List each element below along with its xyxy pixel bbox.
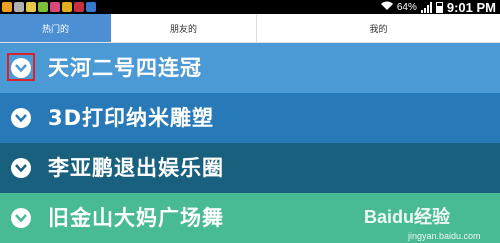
list-item[interactable]: 旧金山大妈广场舞 Baidu经验 jingyan.baidu.com	[0, 193, 500, 243]
signal-icon	[420, 1, 432, 13]
list-item[interactable]: 天河二号四连冠	[0, 43, 500, 93]
news-title: 3D打印纳米雕塑	[48, 106, 215, 130]
battery-icon	[435, 1, 443, 13]
tab-hot[interactable]: 热门的	[0, 14, 111, 42]
tab-bar: 热门的 朋友的 我的	[0, 14, 500, 43]
message-icon	[14, 2, 24, 12]
watermark: Baidu经验 jingyan.baidu.com	[364, 201, 494, 241]
notification-icon	[38, 2, 48, 12]
chevron-down-icon	[11, 208, 31, 228]
chevron-down-icon	[11, 108, 31, 128]
notification-icon	[62, 2, 72, 12]
news-title: 天河二号四连冠	[48, 56, 202, 80]
expand-toggle[interactable]	[10, 107, 32, 129]
watermark-site: jingyan.baidu.com	[408, 231, 481, 241]
notification-icon	[86, 2, 96, 12]
expand-toggle[interactable]	[10, 207, 32, 229]
highlight-box	[7, 53, 35, 81]
notification-icons	[2, 2, 96, 13]
notification-icon	[50, 2, 60, 12]
battery-percent: 64%	[396, 1, 417, 13]
notification-icon	[2, 2, 12, 12]
clock: 9:01 PM	[446, 0, 496, 15]
tab-friends[interactable]: 朋友的	[111, 14, 257, 42]
notification-icon	[74, 2, 84, 12]
list-item[interactable]: 李亚鹏退出娱乐圈	[0, 143, 500, 193]
news-title: 李亚鹏退出娱乐圈	[48, 156, 224, 180]
list-item[interactable]: 3D打印纳米雕塑	[0, 93, 500, 143]
watermark-brand: Baidu经验	[364, 207, 451, 227]
tab-mine[interactable]: 我的	[257, 14, 500, 42]
chevron-down-icon	[11, 158, 31, 178]
news-title: 旧金山大妈广场舞	[48, 206, 224, 230]
news-list: 天河二号四连冠 3D打印纳米雕塑 李亚鹏退出娱乐圈 旧金山大妈广场舞 Baidu…	[0, 43, 500, 243]
expand-toggle[interactable]	[7, 53, 35, 81]
status-bar: 64% 9:01 PM	[0, 0, 500, 15]
notification-icon	[26, 2, 36, 12]
expand-toggle[interactable]	[10, 157, 32, 179]
